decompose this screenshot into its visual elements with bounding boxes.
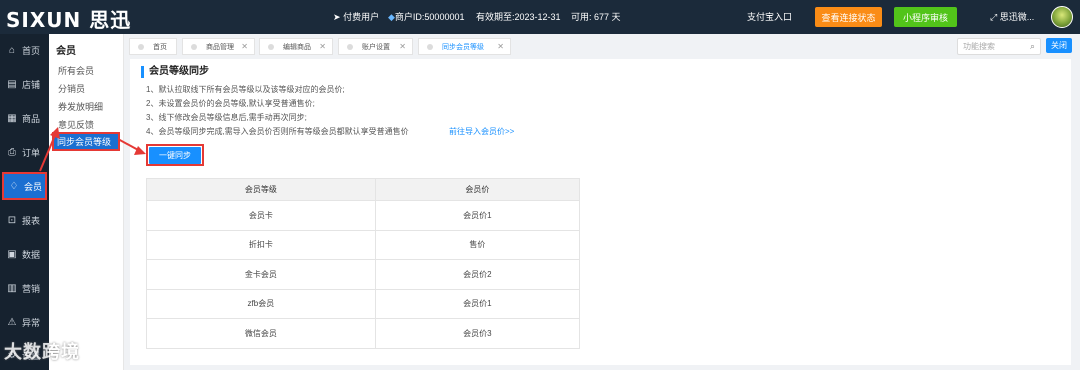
sidebar-item-store[interactable]: ▤ 店铺	[0, 70, 49, 98]
mini-program-review-button[interactable]: 小程序审核	[894, 7, 957, 27]
note-line-3: 3、线下修改会员等级信息后,需手动再次同步;	[146, 113, 307, 122]
avatar[interactable]	[1051, 6, 1073, 28]
member-level-table: 会员等级 会员价 会员卡 会员价1 折扣卡 售价 金卡会员 会员价2 zfb会员 会员价…	[146, 178, 581, 349]
alert-icon: ⚠	[7, 316, 17, 328]
table-row: 金卡会员 会员价2	[146, 259, 581, 290]
note-line-2: 2、未设置会员价的会员等级,默认享受普通售价;	[146, 99, 315, 108]
price-cell: 会员价1	[374, 288, 581, 319]
price-cell: 售价	[374, 229, 581, 260]
sidebar: ⌂ 首页 ▤ 店铺 ▦ 商品 ⎙ 订单 ♢ 会员 ⊡ 报表 ▣ 数据 ▥ 营销 ⚠ 异常 ⚙ 设置	[0, 34, 49, 370]
report-icon: ⊡	[7, 214, 17, 226]
close-icon[interactable]: ✕	[241, 42, 248, 51]
top-bar: SIXUN 思迅 ➤ 付费用户 ◆商户ID:50000001 有效期至:2023…	[0, 0, 1080, 34]
price-cell: 会员价2	[374, 259, 581, 290]
sidebar-item-exceptions[interactable]: ⚠ 异常	[0, 308, 49, 336]
table-row: 微信会员 会员价3	[146, 318, 581, 349]
annotation-arrow-up	[39, 127, 60, 172]
close-icon[interactable]: ✕	[319, 42, 326, 51]
user-menu[interactable]: ⤢ 思迅微...	[990, 10, 1034, 23]
merchant-id: ◆商户ID:50000001	[388, 12, 465, 22]
tab-bar: 首页 首页商品管理✕ 编辑商品✕ 账户设置✕ 同步会员等级✕	[124, 34, 1080, 59]
tab-product-management[interactable]: 首页商品管理✕	[182, 38, 255, 55]
submenu-item-feedback[interactable]: 意见反馈	[58, 118, 94, 131]
search-icon[interactable]: ⌕	[1030, 41, 1035, 52]
sidebar-item-data[interactable]: ▣ 数据	[0, 240, 49, 268]
alipay-entry-link[interactable]: 支付宝入口	[747, 10, 792, 23]
order-icon: ⎙	[8, 146, 16, 158]
price-cell: 会员价1	[374, 200, 581, 231]
send-icon: ➤	[333, 12, 341, 22]
submenu-item-sync-levels[interactable]: 同步会员等级	[52, 132, 120, 151]
close-icon[interactable]: ✕	[399, 42, 406, 51]
sidebar-item-home[interactable]: ⌂ 首页	[0, 36, 49, 64]
sidebar-item-marketing[interactable]: ▥ 营销	[0, 274, 49, 302]
import-member-price-link[interactable]: 前往导入会员价>>	[449, 126, 514, 137]
note-line-4: 4、会员等级同步完成,需导入会员价否则所有等级会员都默认享受普通售价	[146, 127, 409, 136]
submenu-item-coupon-details[interactable]: 券发放明细	[58, 100, 103, 113]
close-button[interactable]: 关闭	[1046, 38, 1072, 53]
table-header-row: 会员等级 会员价	[146, 178, 581, 201]
box-icon: ▦	[7, 112, 17, 124]
diamond-icon: ♢	[9, 180, 19, 192]
tab-sync-member-levels[interactable]: 同步会员等级 ✕	[418, 38, 511, 55]
sidebar-item-members[interactable]: ♢ 会员	[2, 172, 47, 200]
level-cell: 会员卡	[146, 200, 376, 231]
table-row: 会员卡 会员价1	[146, 200, 581, 231]
sidebar-item-reports[interactable]: ⊡ 报表	[0, 206, 49, 234]
level-cell: 折扣卡	[146, 229, 376, 260]
level-cell: 微信会员	[146, 318, 376, 349]
submenu-item-all-members[interactable]: 所有会员	[58, 64, 94, 77]
tab-account-settings[interactable]: 账户设置 ✕	[338, 38, 413, 55]
note-line-1: 1、默认拉取线下所有会员等级以及该等级对应的会员价;	[146, 85, 345, 94]
column-header-level: 会员等级	[146, 178, 376, 201]
table-row: 折扣卡 售价	[146, 229, 581, 260]
tab-home[interactable]: 首页	[129, 38, 177, 55]
page-title: 会员等级同步	[141, 66, 209, 78]
available-days: 可用: 677 天	[571, 12, 621, 22]
diamond-small-icon: ◆	[388, 12, 395, 22]
column-header-price: 会员价	[374, 178, 581, 201]
check-connection-button[interactable]: 查看连接状态	[815, 7, 882, 27]
tab-dot-icon	[138, 43, 144, 50]
user-type-label: ➤ 付费用户	[333, 12, 380, 22]
tab-dot-icon	[347, 43, 353, 50]
tab-dot-icon	[268, 43, 274, 50]
submenu-item-distributors[interactable]: 分销员	[58, 82, 85, 95]
store-icon: ▤	[7, 78, 17, 90]
fullscreen-icon[interactable]: ⤢	[990, 12, 997, 22]
annotation-arrow-right	[117, 138, 146, 155]
one-click-sync-button[interactable]: 一键同步	[146, 144, 204, 166]
submenu: 会员 所有会员 分销员 券发放明细 意见反馈 同步会员等级	[49, 34, 124, 370]
home-icon: ⌂	[8, 44, 16, 56]
tab-edit-product[interactable]: 编辑商品 ✕	[259, 38, 333, 55]
submenu-title: 会员	[56, 46, 76, 57]
function-search-input[interactable]: 功能搜索 ⌕	[957, 38, 1041, 55]
level-cell: zfb会员	[146, 288, 376, 319]
close-icon[interactable]: ✕	[497, 42, 504, 51]
price-cell: 会员价3	[374, 318, 581, 349]
tab-dot-icon	[191, 43, 197, 50]
data-icon: ▣	[7, 248, 17, 260]
table-row: zfb会员 会员价1	[146, 288, 581, 319]
level-cell: 金卡会员	[146, 259, 376, 290]
expiry-date: 有效期至:2023-12-31	[476, 12, 561, 22]
brand-logo: SIXUN 思迅	[6, 8, 132, 32]
tab-dot-icon	[427, 43, 433, 50]
watermark: 大数跨境	[4, 342, 80, 362]
chart-icon: ▥	[7, 282, 17, 294]
